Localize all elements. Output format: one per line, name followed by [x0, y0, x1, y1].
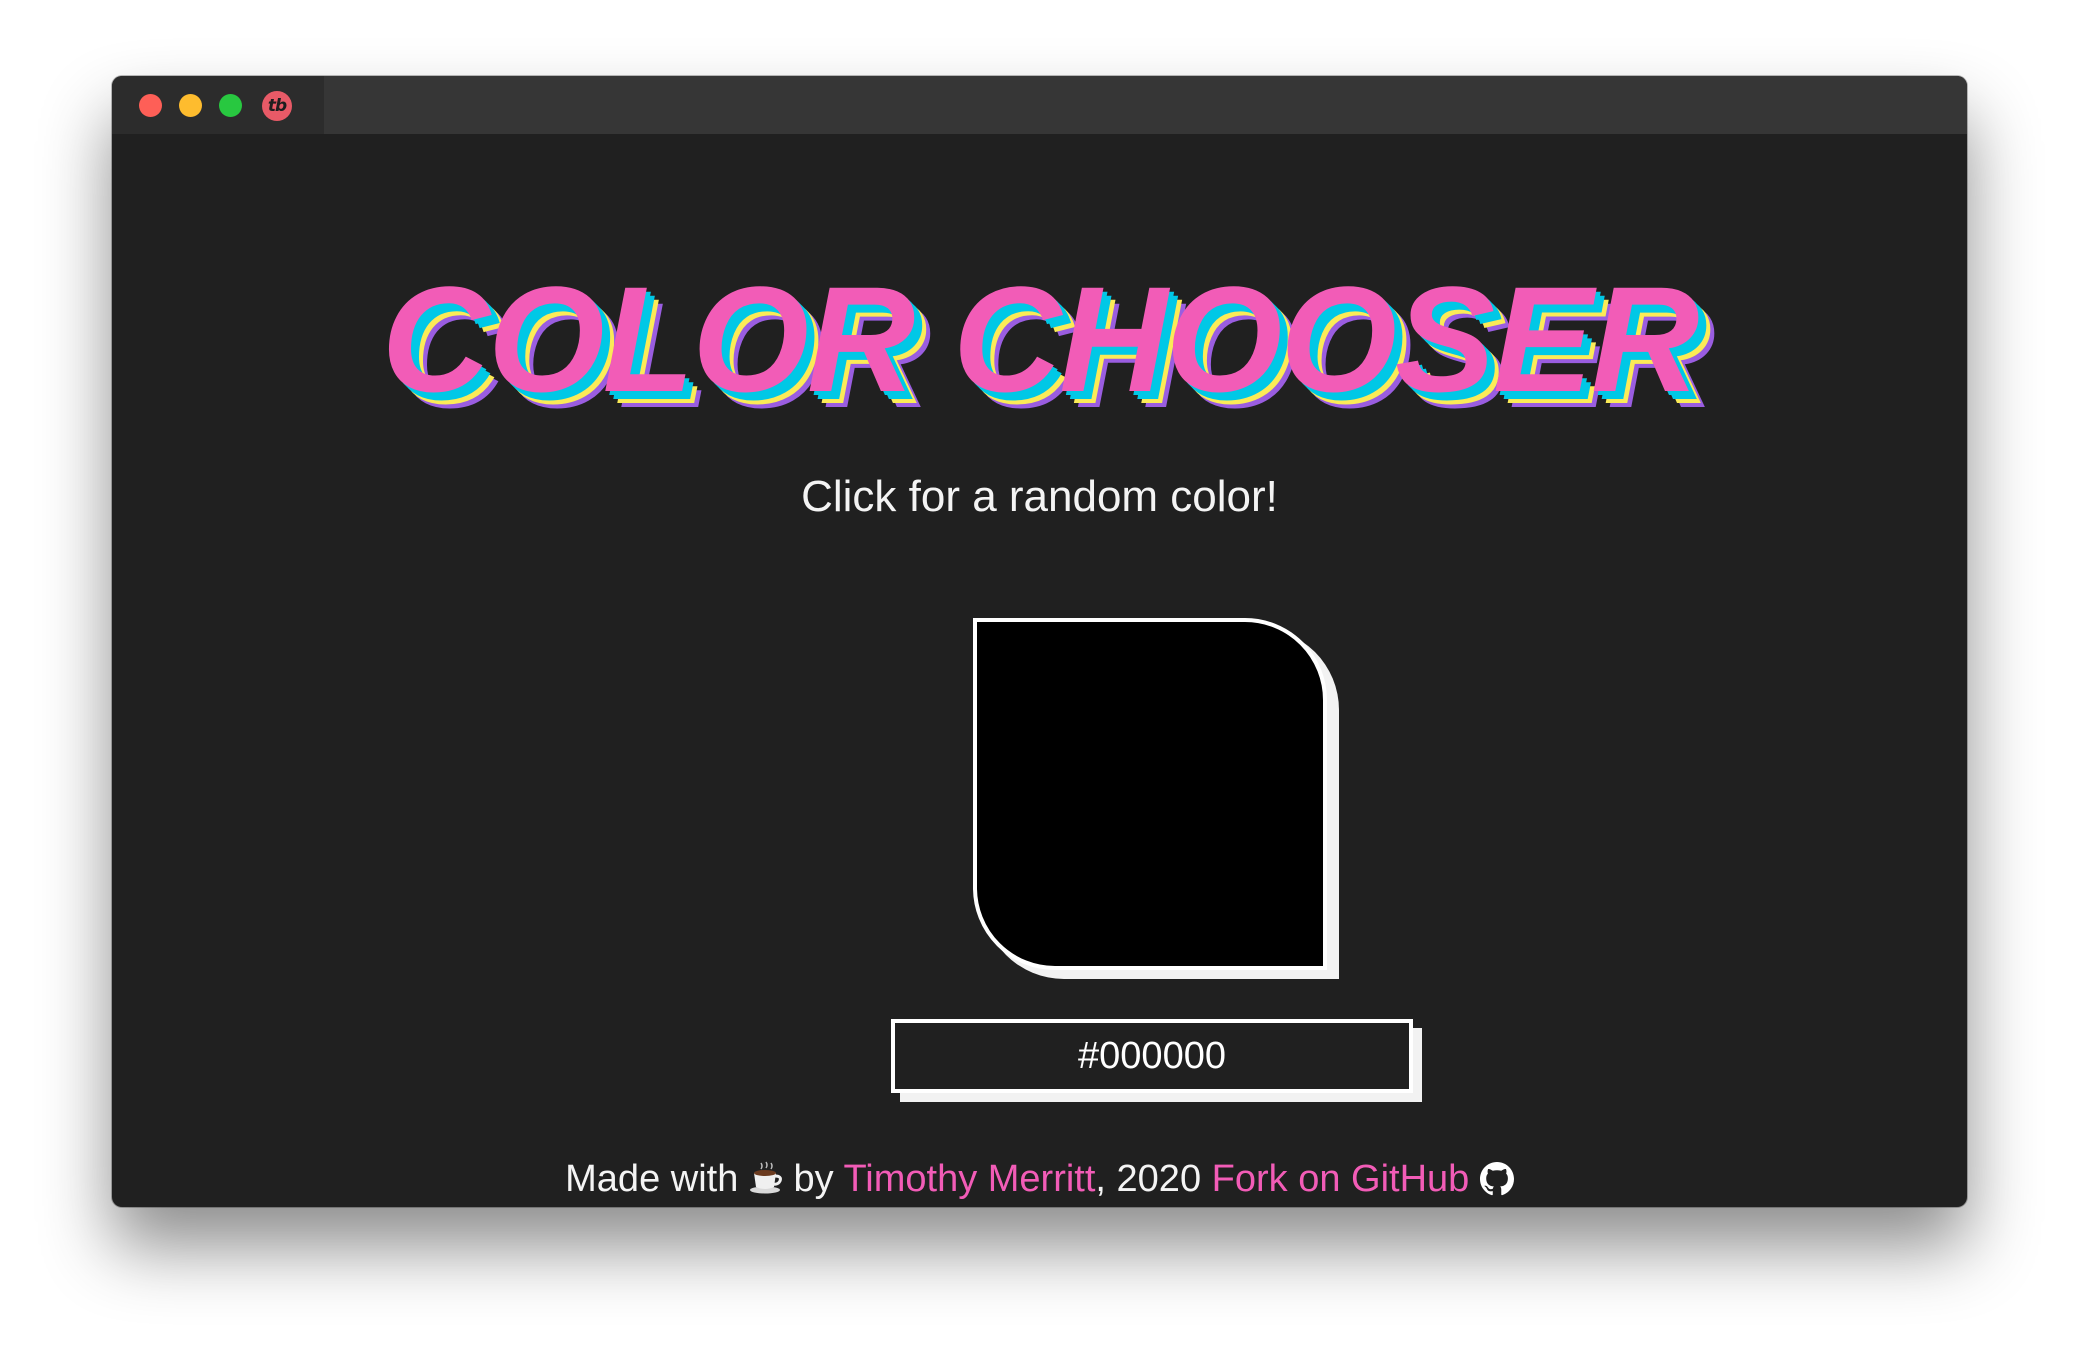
footer-made-with: Made with — [565, 1158, 739, 1200]
page-title: COLOR CHOOSER — [381, 255, 1700, 423]
hex-value-display: #000000 — [891, 1019, 1413, 1093]
tab-strip — [324, 76, 1967, 134]
footer: Made with by Timothy Merritt, 2020 Fork … — [112, 1154, 1967, 1204]
browser-window: tb COLOR CHOOSER Click for a random colo… — [112, 76, 1967, 1207]
color-swatch-button[interactable] — [973, 618, 1327, 970]
fork-on-github-link[interactable]: Fork on GitHub — [1212, 1158, 1470, 1200]
page-content: COLOR CHOOSER Click for a random color! … — [112, 134, 1967, 1207]
author-link[interactable]: Timothy Merritt — [843, 1158, 1095, 1200]
close-window-button[interactable] — [139, 94, 162, 117]
footer-by: by — [793, 1158, 834, 1200]
title-bar: tb — [112, 76, 1967, 134]
instruction-text: Click for a random color! — [801, 472, 1278, 521]
zoom-window-button[interactable] — [219, 94, 242, 117]
coffee-cup-icon — [749, 1158, 783, 1194]
minimize-window-button[interactable] — [179, 94, 202, 117]
footer-year: , 2020 — [1095, 1158, 1202, 1200]
github-icon[interactable] — [1479, 1159, 1514, 1196]
app-logo-icon: tb — [262, 91, 292, 121]
